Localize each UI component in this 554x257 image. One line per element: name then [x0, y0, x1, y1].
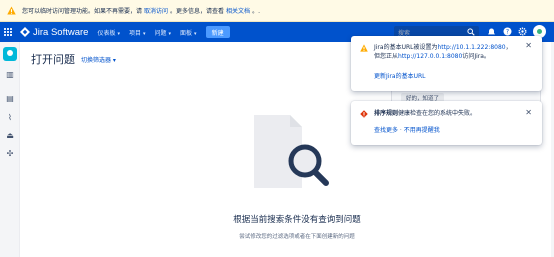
project-avatar[interactable] [3, 47, 17, 61]
chevron-down-icon: ▾ [142, 30, 146, 37]
nav-issues[interactable]: 问题 ▾ [155, 28, 172, 37]
empty-state-title: 根据当前搜索条件没有查询到问题 [233, 215, 361, 225]
configured-url-link[interactable]: http://10.1.1.222:8080 [437, 44, 505, 51]
jira-diamond-icon [20, 27, 30, 37]
current-url-link[interactable]: http://127.0.0.1:8080 [398, 53, 462, 60]
banner-text: 您可以临时访问管理功能。如果不再需要，请 [22, 8, 143, 15]
app-switcher-icon[interactable] [4, 27, 14, 37]
backlog-icon[interactable]: ▤ [5, 95, 15, 103]
notifications-icon[interactable] [487, 27, 496, 36]
healthcheck-actions: 查找更多 · 不用再提醒我 [374, 127, 440, 134]
healthcheck-message: 排序规则健康检查在您的系统中失败。 [374, 110, 477, 117]
baseurl-message: Jira的基本URL被设置为http://10.1.1.222:8080， 但您… [374, 44, 512, 60]
reports-icon[interactable]: ⌇ [5, 114, 15, 122]
components-icon[interactable]: ✣ [5, 150, 15, 158]
nav-dashboards[interactable]: 仪表板 ▾ [97, 28, 120, 37]
update-baseurl-link[interactable]: 更新Jira的基本URL [374, 71, 425, 80]
banner-text-2: 。更多信息，请查看 [170, 8, 225, 15]
warning-icon [360, 44, 368, 52]
product-name: Jira Software [33, 26, 89, 38]
warning-icon [7, 6, 16, 15]
svg-text:?: ? [506, 29, 509, 36]
docs-link[interactable]: 相关文档 [226, 6, 250, 15]
nav-projects[interactable]: 项目 ▾ [129, 28, 146, 37]
dont-remind-link[interactable]: 不用再提醒我 [404, 127, 440, 134]
healthcheck-error-flag: 排序规则健康检查在您的系统中失败。 查找更多 · 不用再提醒我 ✕ [351, 101, 542, 145]
releases-icon[interactable]: ⏏ [5, 132, 15, 140]
help-icon[interactable]: ? [503, 27, 512, 36]
close-icon[interactable]: ✕ [525, 41, 532, 50]
search-icon [467, 28, 475, 36]
baseurl-warning-flag: Jira的基本URL被设置为http://10.1.1.222:8080， 但您… [351, 36, 542, 91]
empty-state-subtitle: 尝试修改您的过滤选项或者在下面创建新的问题 [239, 234, 355, 240]
switch-filter-dropdown[interactable]: 切换筛选器 ▾ [81, 55, 116, 64]
find-more-link[interactable]: 查找更多 [374, 127, 398, 134]
error-icon [360, 110, 368, 118]
banner-text-3: 。. [252, 8, 260, 15]
nav-boards[interactable]: 面板 ▾ [180, 28, 197, 37]
chevron-down-icon: ▾ [194, 30, 197, 37]
empty-search-illustration [254, 115, 329, 188]
chevron-down-icon: ▾ [168, 30, 172, 37]
jira-logo[interactable]: Jira Software [20, 27, 88, 38]
board-icon[interactable]: ▥ [5, 71, 15, 79]
admin-access-banner: 您可以临时访问管理功能。如果不再需要，请 取消访问 。更多信息，请查看 相关文档… [0, 0, 554, 22]
create-button[interactable]: 新建 [205, 26, 230, 38]
settings-gear-icon[interactable] [518, 27, 527, 36]
page-title: 打开问题 [31, 54, 75, 66]
drop-access-link[interactable]: 取消访问 [144, 6, 168, 15]
close-icon[interactable]: ✕ [525, 108, 532, 117]
chevron-down-icon: ▾ [117, 30, 120, 37]
